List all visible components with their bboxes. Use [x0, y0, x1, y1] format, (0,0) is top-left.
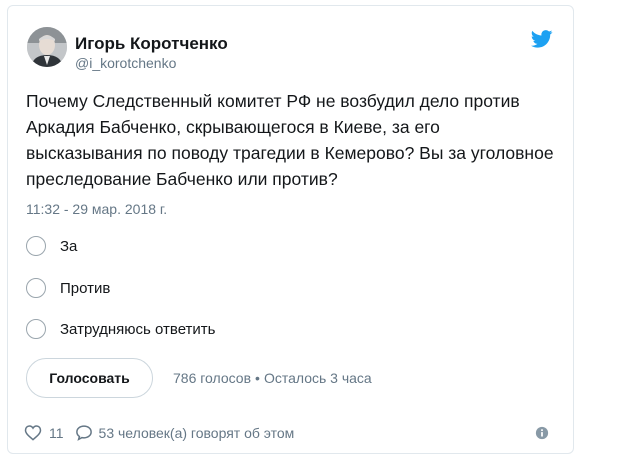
poll-option-za[interactable]: За	[26, 234, 77, 258]
poll-option-label: За	[60, 237, 78, 255]
talking-count: 53 человек(а) говорят об этом	[98, 424, 295, 441]
poll-option-label: Против	[60, 279, 111, 297]
poll-radio[interactable]	[26, 278, 46, 298]
speech-bubble-icon[interactable]	[75, 424, 93, 441]
vote-button[interactable]: Голосовать	[26, 358, 153, 398]
poll-option-label: Затрудняюсь ответить	[60, 320, 216, 338]
poll-status: 786 голосов • Осталось 3 часа	[173, 370, 372, 386]
poll-option-undecided[interactable]: Затрудняюсь ответить	[26, 317, 215, 341]
tweet-text: Почему Следственный комитет РФ не возбуд…	[26, 91, 554, 189]
tweet-card: Игорь Коротченко @i_korotchenko Почему С…	[7, 5, 574, 454]
twitter-bird-icon[interactable]	[531, 30, 553, 48]
tweet-timestamp[interactable]: 11:32 - 29 мар. 2018 г.	[26, 201, 167, 217]
vote-count: 786 голосов	[173, 370, 252, 386]
heart-icon[interactable]	[24, 424, 42, 441]
poll-radio[interactable]	[26, 319, 46, 339]
avatar-photo	[27, 27, 67, 67]
time-left: Осталось 3 часа	[263, 370, 372, 386]
poll-radio[interactable]	[26, 236, 46, 256]
tweet-footer: 11 53 человек(а) говорят об этом	[24, 424, 294, 441]
info-icon[interactable]	[535, 426, 549, 440]
avatar[interactable]	[27, 27, 67, 67]
poll-option-protiv[interactable]: Против	[26, 276, 110, 300]
author-name[interactable]: Игорь Коротченко	[75, 34, 228, 54]
like-count: 11	[49, 424, 64, 441]
reply-action[interactable]: 53 человек(а) говорят об этом	[75, 424, 295, 441]
separator-dot: •	[255, 370, 260, 386]
author-handle[interactable]: @i_korotchenko	[75, 55, 176, 71]
like-action[interactable]: 11	[24, 424, 64, 441]
